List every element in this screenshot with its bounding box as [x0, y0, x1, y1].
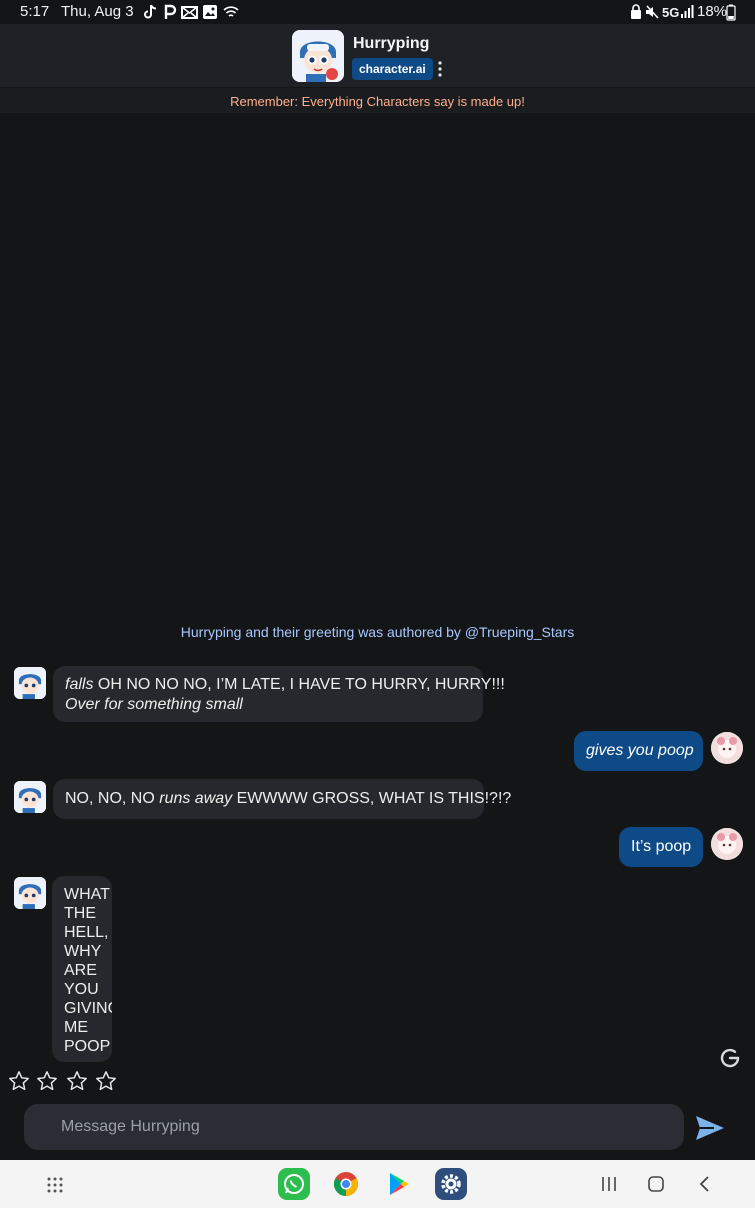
character-avatar-image: [292, 30, 344, 82]
battery-icon: [726, 4, 736, 21]
system-nav-bar: [0, 1160, 755, 1208]
home-icon[interactable]: [647, 1175, 665, 1193]
message-input[interactable]: [24, 1104, 684, 1150]
message-text: OH NO NO NO, I’M LATE, I HAVE TO HURRY, …: [93, 676, 505, 693]
user-avatar[interactable]: [711, 828, 743, 860]
regenerate-icon[interactable]: [718, 1046, 742, 1070]
tiktok-icon: [144, 4, 157, 19]
character-name[interactable]: Hurryping: [353, 35, 429, 53]
send-icon[interactable]: [694, 1114, 726, 1142]
user-message: It’s poop: [619, 827, 703, 867]
action-text: falls: [65, 676, 94, 693]
bot-avatar-image: [14, 781, 46, 813]
back-icon[interactable]: [697, 1175, 711, 1193]
chrome-icon[interactable]: [333, 1171, 359, 1197]
message-text: WHAT THE HELL, WHY ARE YOU GIVING ME POO…: [64, 886, 112, 1055]
character-avatar[interactable]: [292, 30, 344, 82]
action-text: runs away: [159, 790, 233, 807]
star-outline-icon[interactable]: [8, 1070, 30, 1092]
user-avatar[interactable]: [711, 732, 743, 764]
message-text: It’s poop: [631, 838, 692, 855]
status-date: Thu, Aug 3: [61, 3, 134, 20]
star-outline-icon[interactable]: [95, 1070, 117, 1092]
star-outline-icon[interactable]: [36, 1070, 58, 1092]
gallery-icon: [203, 5, 217, 19]
play-store-icon[interactable]: [388, 1172, 410, 1196]
bot-message-line: NO, NO, NO runs away EWWWW GROSS, WHAT I…: [65, 789, 511, 809]
message-text: EWWWW GROSS, WHAT IS THIS!?!?: [232, 790, 512, 807]
disclaimer-text: Remember: Everything Characters say is m…: [230, 94, 525, 109]
battery-percent: 18%: [697, 3, 728, 20]
user-avatar-image: [711, 732, 743, 764]
greeting-credit[interactable]: Hurryping and their greeting was authore…: [0, 624, 755, 640]
mail-icon: [181, 6, 198, 19]
whatsapp-icon[interactable]: [278, 1168, 310, 1200]
settings-icon[interactable]: [435, 1168, 467, 1200]
user-message: gives you poop: [574, 731, 703, 771]
lock-icon: [631, 4, 641, 19]
brand-badge: character.ai: [352, 58, 433, 80]
network-label: 5G: [662, 5, 680, 20]
recent-apps-icon[interactable]: [600, 1176, 618, 1192]
mute-icon: [646, 5, 659, 19]
bot-avatar-image: [14, 877, 46, 909]
bot-avatar[interactable]: [14, 781, 46, 813]
user-avatar-image: [711, 828, 743, 860]
bot-message: falls OH NO NO NO, I’M LATE, I HAVE TO H…: [53, 666, 505, 722]
action-text: gives you poop: [586, 742, 694, 759]
bot-avatar[interactable]: [14, 667, 46, 699]
p-app-icon: [164, 4, 177, 19]
bot-avatar[interactable]: [14, 877, 46, 909]
app-drawer-icon[interactable]: [46, 1176, 64, 1194]
more-options-icon[interactable]: [434, 60, 446, 78]
action-text: Over for something small: [65, 696, 243, 713]
message-text: NO, NO, NO: [65, 790, 160, 807]
bot-message: WHAT THE HELL, WHY ARE YOU GIVING ME POO…: [52, 876, 112, 1062]
bot-message: NO, NO, NO runs away EWWWW GROSS, WHAT I…: [53, 779, 511, 819]
wifi-icon: [223, 6, 239, 17]
signal-icon: [681, 5, 694, 18]
status-bar: 5:17 Thu, Aug 3 5G 18%: [0, 0, 755, 24]
bot-message-line: falls OH NO NO NO, I’M LATE, I HAVE TO H…: [65, 675, 505, 695]
bot-avatar-image: [14, 667, 46, 699]
star-outline-icon[interactable]: [66, 1070, 88, 1092]
status-time: 5:17: [20, 3, 50, 20]
bot-message-line: Over for something small: [65, 695, 243, 715]
